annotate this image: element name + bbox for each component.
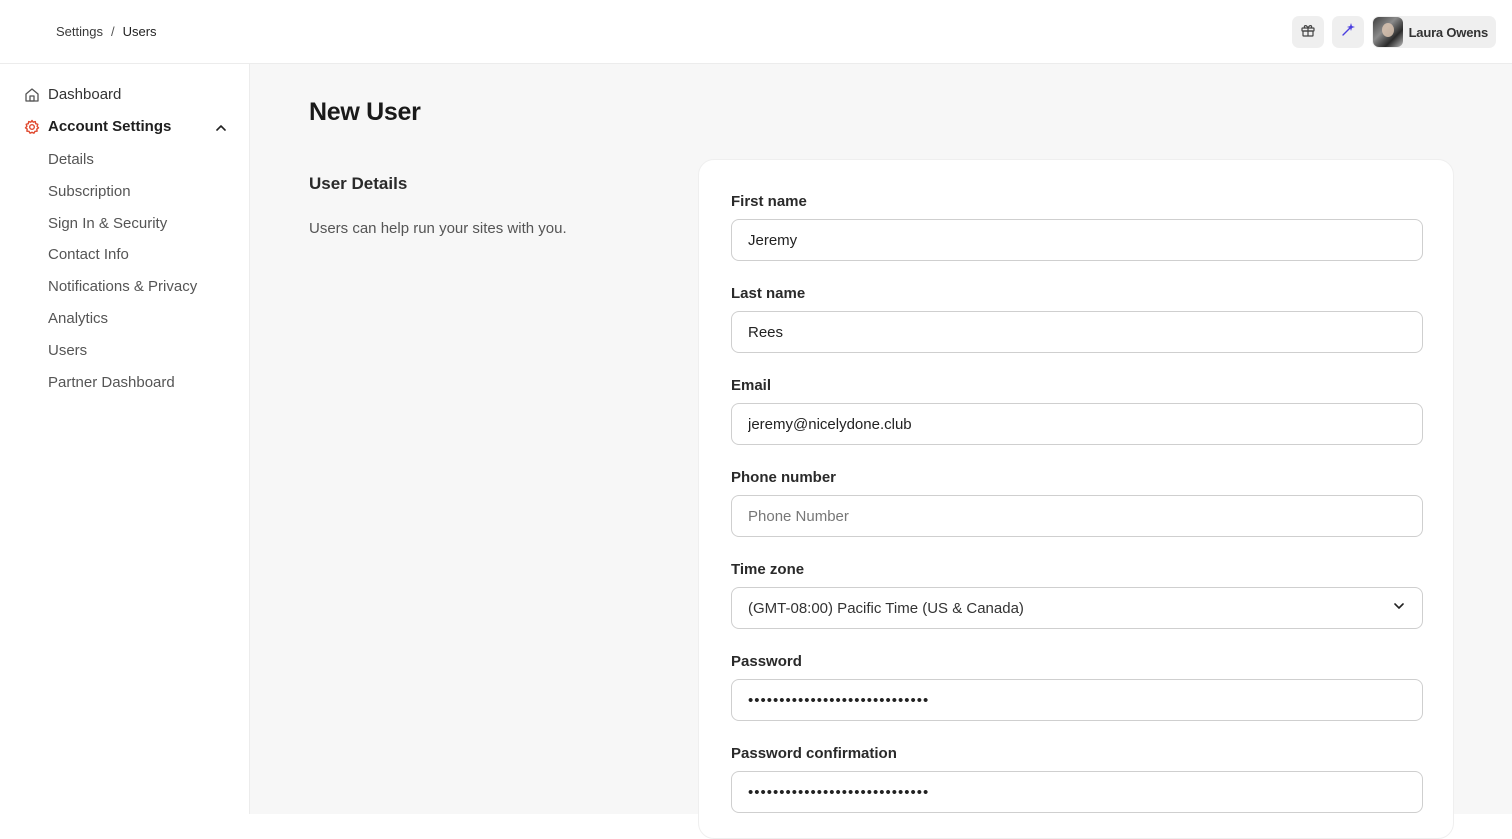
phone-label: Phone number xyxy=(731,469,837,486)
top-bar: Settings / Users Laura Owens xyxy=(0,0,1512,64)
gift-button[interactable] xyxy=(1291,16,1324,48)
gift-icon xyxy=(1300,22,1316,43)
sidebar-item-account-settings[interactable]: Account Settings xyxy=(24,118,171,135)
timezone-select[interactable]: (GMT-08:00) Pacific Time (US & Canada) xyxy=(731,587,1423,629)
sidebar-item-dashboard[interactable]: Dashboard xyxy=(24,86,121,103)
first-name-label: First name xyxy=(731,193,807,210)
phone-field[interactable] xyxy=(731,495,1423,537)
sidebar-subitem-details[interactable]: Details xyxy=(48,151,94,168)
home-icon xyxy=(24,87,40,103)
magic-button[interactable] xyxy=(1331,16,1364,48)
last-name-field[interactable] xyxy=(731,311,1423,353)
password-label: Password xyxy=(731,653,802,670)
last-name-label: Last name xyxy=(731,285,806,302)
sidebar-subitem-sign-in-security[interactable]: Sign In & Security xyxy=(48,215,167,232)
section-description: Users can help run your sites with you. xyxy=(309,220,567,237)
gear-icon xyxy=(24,119,40,135)
sidebar-subitem-contact-info[interactable]: Contact Info xyxy=(48,246,129,263)
sidebar-subitem-partner-dashboard[interactable]: Partner Dashboard xyxy=(48,374,175,391)
breadcrumb-settings[interactable]: Settings xyxy=(56,24,103,39)
user-form-card: First name Last name Email Phone number … xyxy=(698,159,1454,839)
breadcrumb-users: Users xyxy=(122,24,157,39)
avatar xyxy=(1372,17,1403,47)
sidebar: Dashboard Account Settings Details Subsc… xyxy=(0,64,250,814)
sidebar-item-label: Account Settings xyxy=(48,118,172,135)
sidebar-subitem-users[interactable]: Users xyxy=(48,342,87,359)
breadcrumb-separator: / xyxy=(110,24,115,39)
page-title: New User xyxy=(309,98,421,126)
section-title: User Details xyxy=(309,174,408,193)
user-name: Laura Owens xyxy=(1408,24,1489,40)
chevron-up-icon[interactable] xyxy=(214,121,228,140)
timezone-value: (GMT-08:00) Pacific Time (US & Canada) xyxy=(748,599,1024,617)
sidebar-subitem-notifications-privacy[interactable]: Notifications & Privacy xyxy=(48,278,197,295)
password-field[interactable] xyxy=(731,679,1423,721)
sidebar-item-label: Dashboard xyxy=(48,86,122,103)
magic-wand-icon xyxy=(1340,22,1356,43)
password-confirm-field[interactable] xyxy=(731,771,1423,813)
top-actions: Laura Owens xyxy=(1291,16,1496,48)
first-name-field[interactable] xyxy=(731,219,1423,261)
user-menu[interactable]: Laura Owens xyxy=(1371,16,1496,48)
breadcrumb: Settings / Users xyxy=(56,24,157,39)
email-field[interactable] xyxy=(731,403,1423,445)
main-content: New User User Details Users can help run… xyxy=(250,64,1512,839)
timezone-label: Time zone xyxy=(731,561,805,578)
email-label: Email xyxy=(731,377,772,394)
chevron-down-icon xyxy=(1392,599,1406,617)
sidebar-subitem-subscription[interactable]: Subscription xyxy=(48,183,131,200)
password-confirm-label: Password confirmation xyxy=(731,745,897,762)
sidebar-subitem-analytics[interactable]: Analytics xyxy=(48,310,108,327)
